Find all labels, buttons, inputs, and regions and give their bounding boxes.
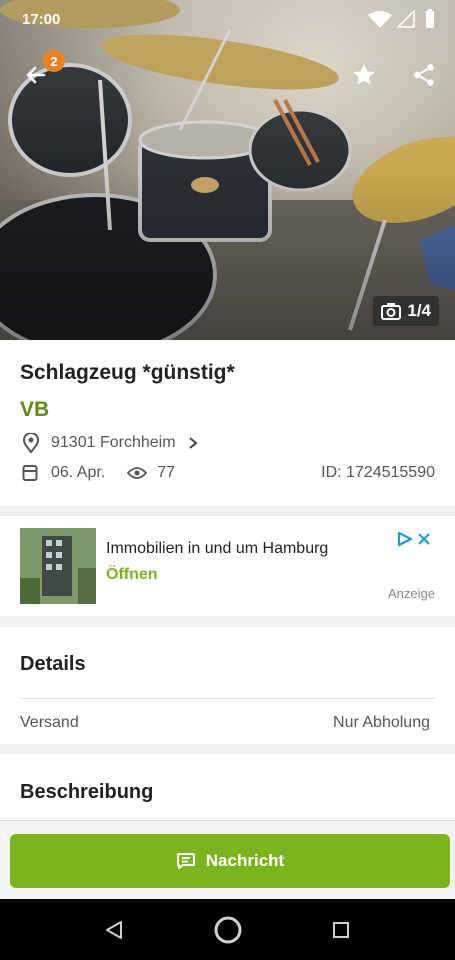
detail-label-shipping: Versand	[20, 714, 79, 731]
ad-photo	[20, 528, 96, 604]
message-button-label: Nachricht	[205, 851, 285, 870]
nav-home-icon[interactable]	[213, 915, 243, 945]
chevron-right-icon	[188, 437, 198, 449]
date-views-row: 06. Apr. 77	[22, 464, 175, 482]
listing-photo[interactable]	[0, 0, 455, 340]
system-nav-bar	[0, 899, 455, 960]
camera-icon	[381, 303, 402, 320]
chat-icon	[176, 853, 195, 869]
listing-date: 06. Apr.	[51, 464, 106, 481]
message-button[interactable]: Nachricht	[10, 834, 450, 888]
adchoices-icon[interactable]	[397, 532, 413, 546]
view-count: 77	[157, 464, 176, 481]
listing-title: Schlagzeug *günstig*	[20, 361, 235, 384]
calendar-icon	[22, 465, 38, 481]
status-bar: 17:00	[0, 0, 455, 40]
location-text: 91301 Forchheim	[51, 434, 176, 451]
ad-label: Anzeige	[388, 586, 435, 601]
star-icon	[353, 64, 375, 85]
status-time: 17:00	[22, 11, 61, 28]
photo-counter-text: 1/4	[407, 301, 431, 320]
location-pin-icon	[22, 433, 40, 453]
nav-back-icon[interactable]	[104, 920, 124, 940]
description-heading: Beschreibung	[20, 781, 154, 803]
favorite-button[interactable]	[344, 55, 384, 95]
details-heading: Details	[20, 653, 86, 675]
ad-image	[20, 528, 96, 604]
ad-title[interactable]: Immobilien in und um Hamburg	[106, 540, 328, 558]
photo-counter: 1/4	[373, 296, 439, 326]
listing-price: VB	[20, 398, 50, 421]
ad-open-link[interactable]: Öffnen	[106, 566, 158, 584]
details-divider	[20, 698, 435, 699]
signal-icon	[397, 10, 415, 28]
notification-badge: 2	[43, 50, 65, 72]
detail-value-shipping: Nur Abholung	[333, 714, 430, 731]
ad-close-icon[interactable]	[418, 533, 430, 545]
eye-icon	[127, 467, 148, 479]
listing-id: ID: 1724515590	[321, 464, 435, 481]
battery-icon	[426, 9, 434, 28]
wifi-icon	[368, 11, 392, 28]
share-button[interactable]	[404, 55, 444, 95]
nav-recents-icon[interactable]	[332, 921, 350, 939]
location-link[interactable]: 91301 Forchheim	[22, 433, 198, 453]
share-icon	[414, 64, 434, 86]
